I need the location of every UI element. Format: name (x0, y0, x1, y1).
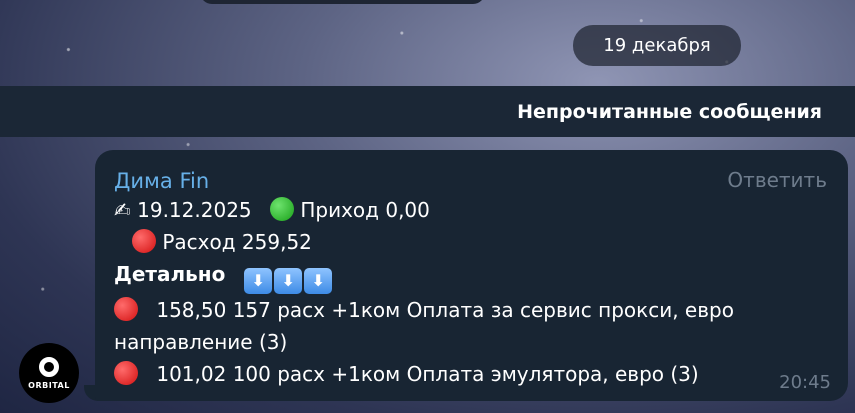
detail-item-2: 101,02 100 расх +1ком Оплата эмулятора, … (114, 358, 828, 390)
detail-item-1-text: 158,50 157 расх +1ком Оплата за сервис п… (156, 298, 734, 322)
previous-message-bubble (200, 0, 485, 4)
green-circle-icon (270, 197, 294, 221)
detail-item-2-text: 101,02 100 расх +1ком Оплата эмулятора, … (156, 362, 699, 386)
detail-item-1: 158,50 157 расх +1ком Оплата за сервис п… (114, 294, 828, 326)
income-text: Приход 0,00 (300, 198, 430, 222)
message-bubble[interactable]: Дима Fin Ответить ✍ 19.12.2025 Приход 0,… (95, 150, 848, 401)
detail-item-1-cont-text: направление (3) (114, 330, 288, 354)
avatar-logo-text: ORBITAL (28, 380, 70, 390)
date-line: ✍ 19.12.2025 Приход 0,00 (114, 194, 828, 226)
red-circle-icon (114, 297, 138, 321)
detail-item-1-continuation: направление (3) (114, 326, 828, 358)
details-label: Детально (114, 262, 226, 286)
writing-hand-icon: ✍ (114, 198, 131, 222)
down-arrow-icon: ⬇ (244, 268, 273, 294)
sender-name[interactable]: Дима Fin (114, 168, 828, 194)
red-circle-icon (132, 229, 156, 253)
message-time: 20:45 (779, 372, 831, 393)
down-arrow-icon: ⬇ (274, 268, 303, 294)
details-line: Детально ⬇ ⬇ ⬇ (114, 258, 828, 294)
reply-button[interactable]: Ответить (727, 168, 827, 192)
expense-text: Расход 259,52 (162, 230, 312, 254)
red-circle-icon (114, 361, 138, 385)
unread-messages-banner: Непрочитанные сообщения (0, 86, 855, 137)
down-arrow-icon: ⬇ (304, 268, 333, 294)
orbital-logo-icon (39, 356, 59, 377)
expense-line: Расход 259,52 (114, 226, 828, 258)
date-separator: 19 декабря (573, 25, 741, 66)
avatar[interactable]: ORBITAL (19, 343, 79, 403)
report-date: 19.12.2025 (137, 198, 252, 222)
